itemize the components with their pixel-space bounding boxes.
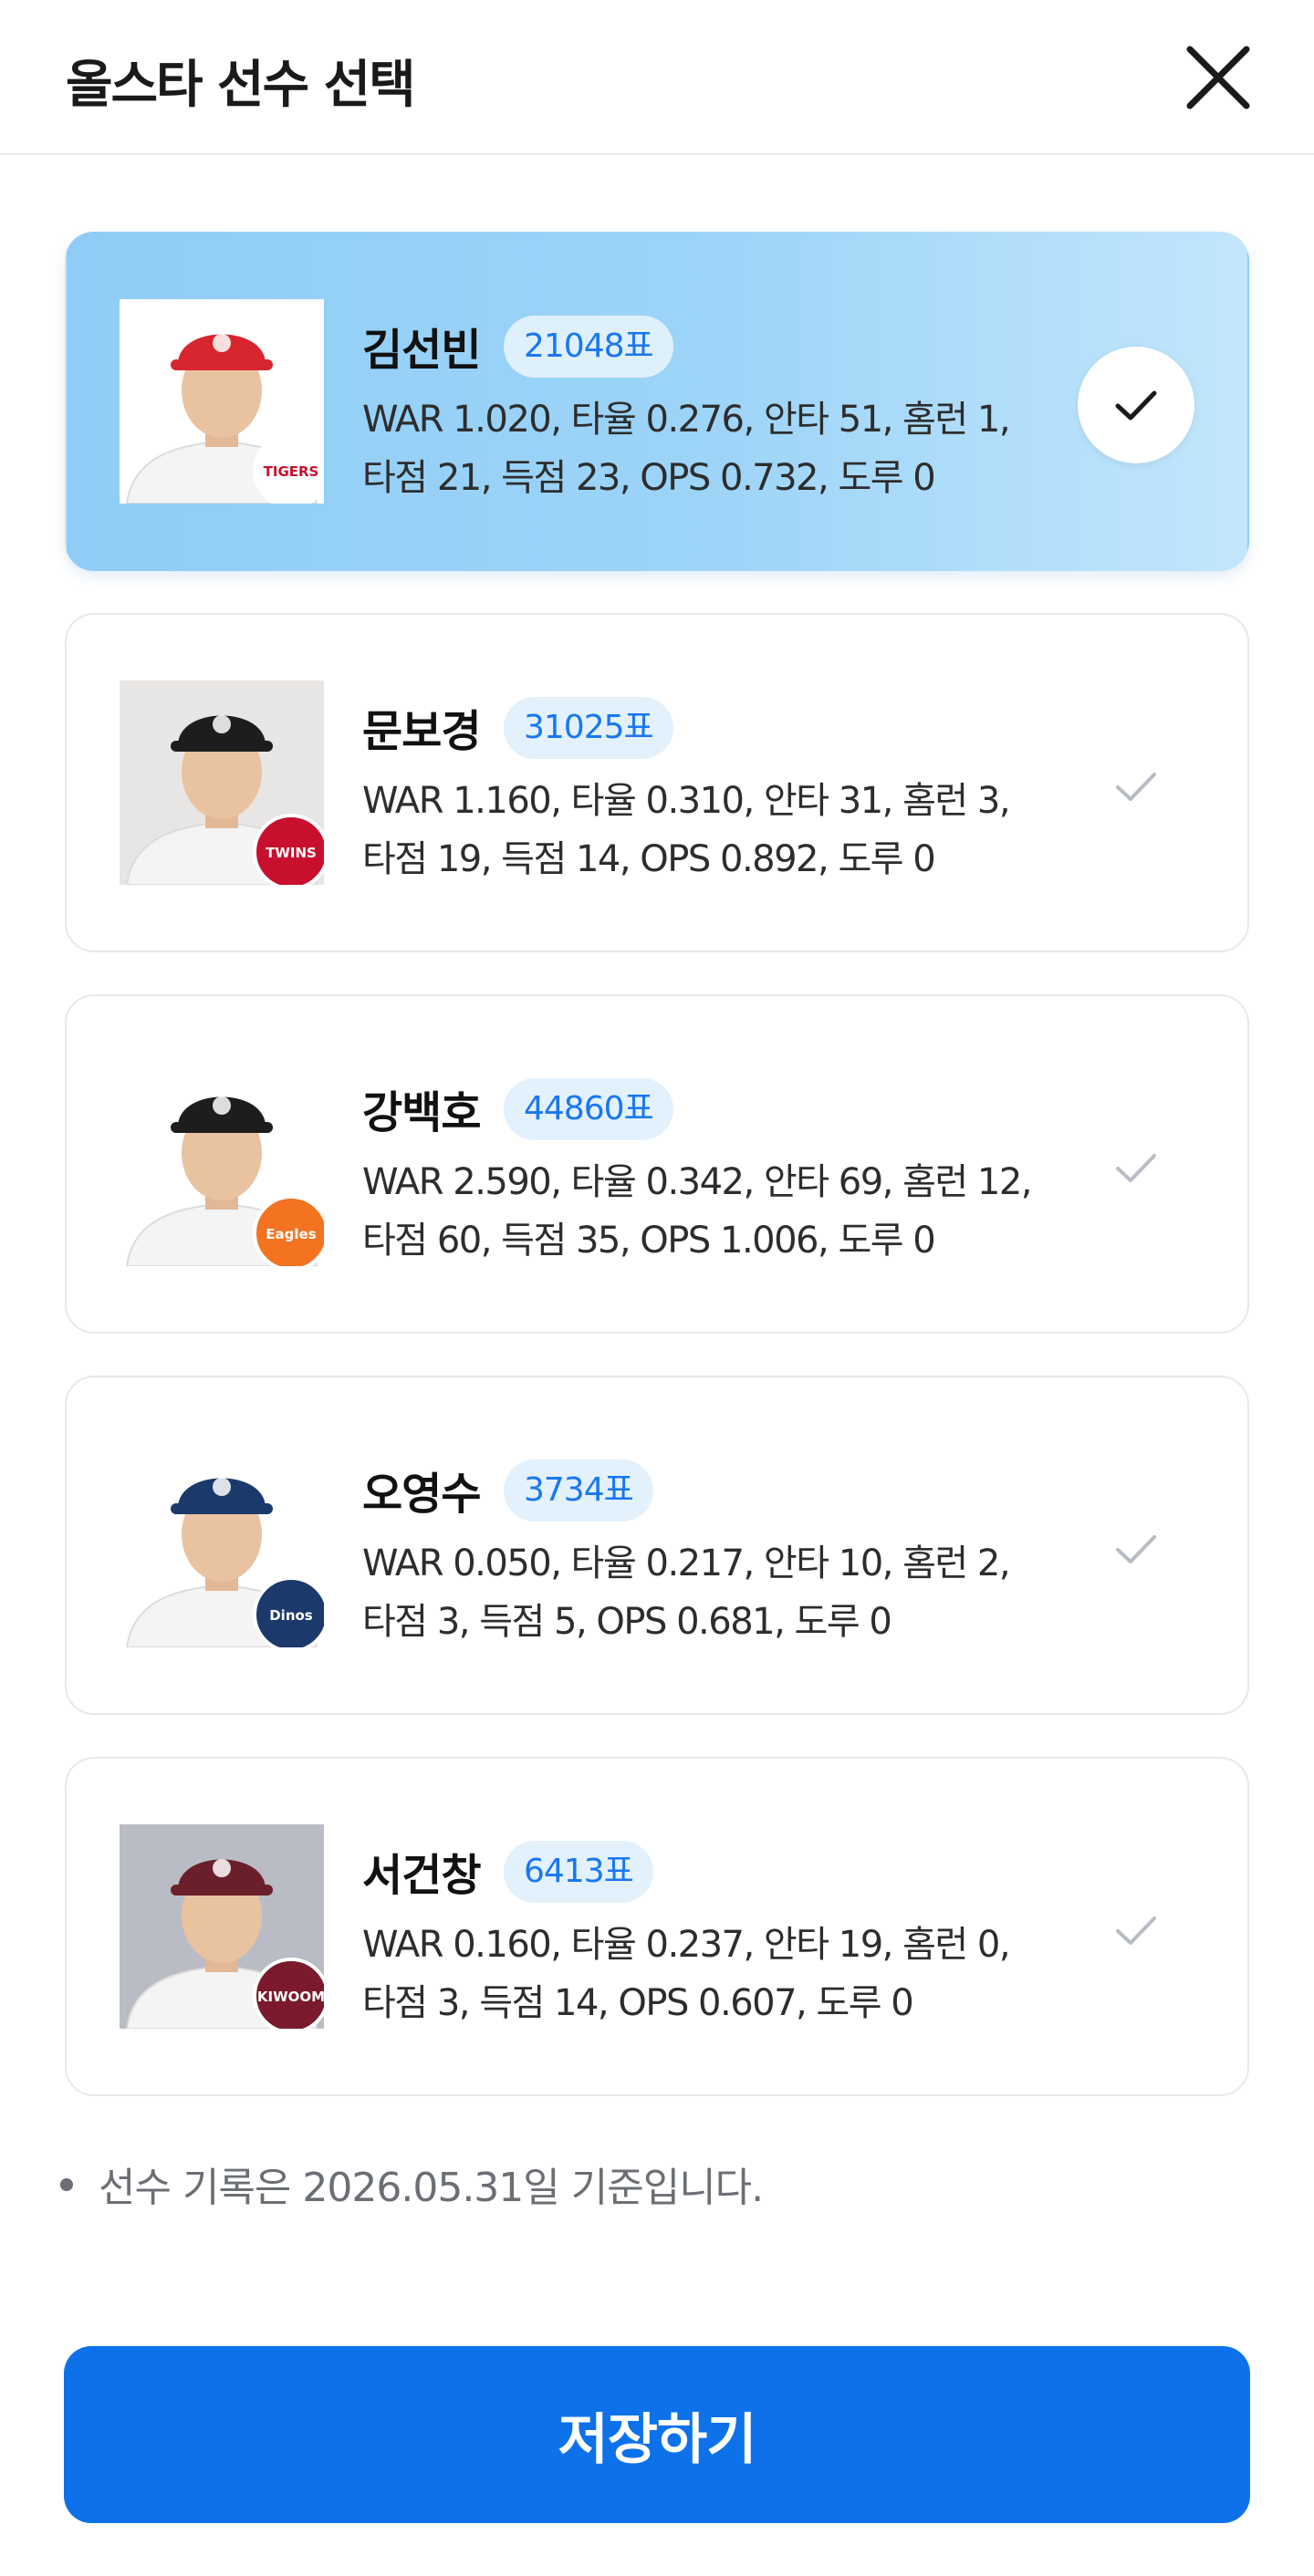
stats-line-2: 타점 19, 득점 14, OPS 0.892, 도루 0 [362,838,936,880]
select-check-button[interactable] [1078,1109,1194,1226]
player-list: TIGERS 김선빈 21048표 WAR 1.020, 타율 0.276, 안… [65,232,1249,2096]
stats-line-1: WAR 2.590, 타율 0.342, 안타 69, 홈런 12, [362,1161,1033,1203]
player-photo: KIWOOM [120,1824,324,2029]
close-button[interactable] [1177,36,1259,119]
team-logo-text: KIWOOM [257,1989,324,2005]
player-card[interactable]: Eagles 강백호 44860표 WAR 2.590, 타율 0.342, 안… [65,994,1249,1334]
player-avatar-icon: TWINS [120,680,324,885]
team-logo-text: Eagles [266,1226,316,1242]
player-photo: TIGERS [120,299,324,504]
stats-line-1: WAR 0.160, 타율 0.237, 안타 19, 홈런 0, [362,1924,1011,1966]
vote-badge: 6413표 [504,1841,653,1903]
player-name: 서건창 [362,1850,481,1901]
team-logo-text: TIGERS [264,463,319,480]
player-photo: TWINS [120,680,324,885]
player-card[interactable]: TWINS 문보경 31025표 WAR 1.160, 타율 0.310, 안타… [65,613,1249,952]
stats-line-2: 타점 21, 득점 23, OPS 0.732, 도루 0 [362,457,936,499]
bullet-icon [60,2178,73,2191]
stats-line-1: WAR 0.050, 타율 0.217, 안타 10, 홈런 2, [362,1542,1011,1584]
header: 올스타 선수 선택 [0,0,1314,155]
player-name: 강백호 [362,1087,481,1138]
stats-line-1: WAR 1.020, 타율 0.276, 안타 51, 홈런 1, [362,399,1011,441]
vote-badge: 44860표 [504,1078,673,1140]
player-photo: Dinos [120,1443,324,1647]
note-text: 선수 기록은 2026.05.31일 기준입니다. [99,2165,764,2211]
page-title: 올스타 선수 선택 [66,56,416,115]
player-stats: WAR 1.160, 타율 0.310, 안타 31, 홈런 3, 타점 19,… [362,772,1111,888]
check-icon [1115,390,1157,421]
player-photo: Eagles [120,1062,324,1266]
stats-line-2: 타점 3, 득점 5, OPS 0.681, 도루 0 [362,1601,892,1643]
player-avatar-icon: KIWOOM [120,1824,324,2029]
player-stats: WAR 1.020, 타율 0.276, 안타 51, 홈런 1, 타점 21,… [362,390,1111,507]
player-stats: WAR 2.590, 타율 0.342, 안타 69, 홈런 12, 타점 60… [362,1153,1111,1270]
vote-badge: 21048표 [504,316,673,378]
team-logo-text: Dinos [269,1607,313,1624]
stats-line-2: 타점 3, 득점 14, OPS 0.607, 도루 0 [362,1982,914,2024]
select-check-button[interactable] [1078,347,1194,463]
select-check-button[interactable] [1078,728,1194,845]
close-icon [1186,46,1250,109]
check-icon [1116,1916,1156,1945]
check-icon [1116,1535,1156,1563]
player-avatar-icon: TIGERS [120,299,324,504]
player-card[interactable]: TIGERS 김선빈 21048표 WAR 1.020, 타율 0.276, 안… [65,232,1249,571]
record-date-note: 선수 기록은 2026.05.31일 기준입니다. [60,2155,764,2213]
player-stats: WAR 0.160, 타율 0.237, 안타 19, 홈런 0, 타점 3, … [362,1916,1111,2032]
select-check-button[interactable] [1078,1872,1194,1989]
team-logo-text: TWINS [266,845,317,861]
vote-badge: 31025표 [504,697,673,759]
player-name: 김선빈 [362,325,481,376]
player-stats: WAR 0.050, 타율 0.217, 안타 10, 홈런 2, 타점 3, … [362,1534,1111,1651]
player-card[interactable]: KIWOOM 서건창 6413표 WAR 0.160, 타율 0.237, 안타… [65,1757,1249,2096]
vote-badge: 3734표 [504,1459,653,1522]
player-name: 문보경 [362,706,481,757]
save-button[interactable]: 저장하기 [64,2346,1250,2523]
check-icon [1116,1154,1156,1182]
stats-line-1: WAR 1.160, 타율 0.310, 안타 31, 홈런 3, [362,780,1011,822]
player-name: 오영수 [362,1469,481,1520]
player-avatar-icon: Dinos [120,1443,324,1647]
player-card[interactable]: Dinos 오영수 3734표 WAR 0.050, 타율 0.217, 안타 … [65,1376,1249,1715]
player-avatar-icon: Eagles [120,1062,324,1266]
select-check-button[interactable] [1078,1491,1194,1607]
stats-line-2: 타점 60, 득점 35, OPS 1.006, 도루 0 [362,1220,936,1262]
check-icon [1116,773,1156,801]
